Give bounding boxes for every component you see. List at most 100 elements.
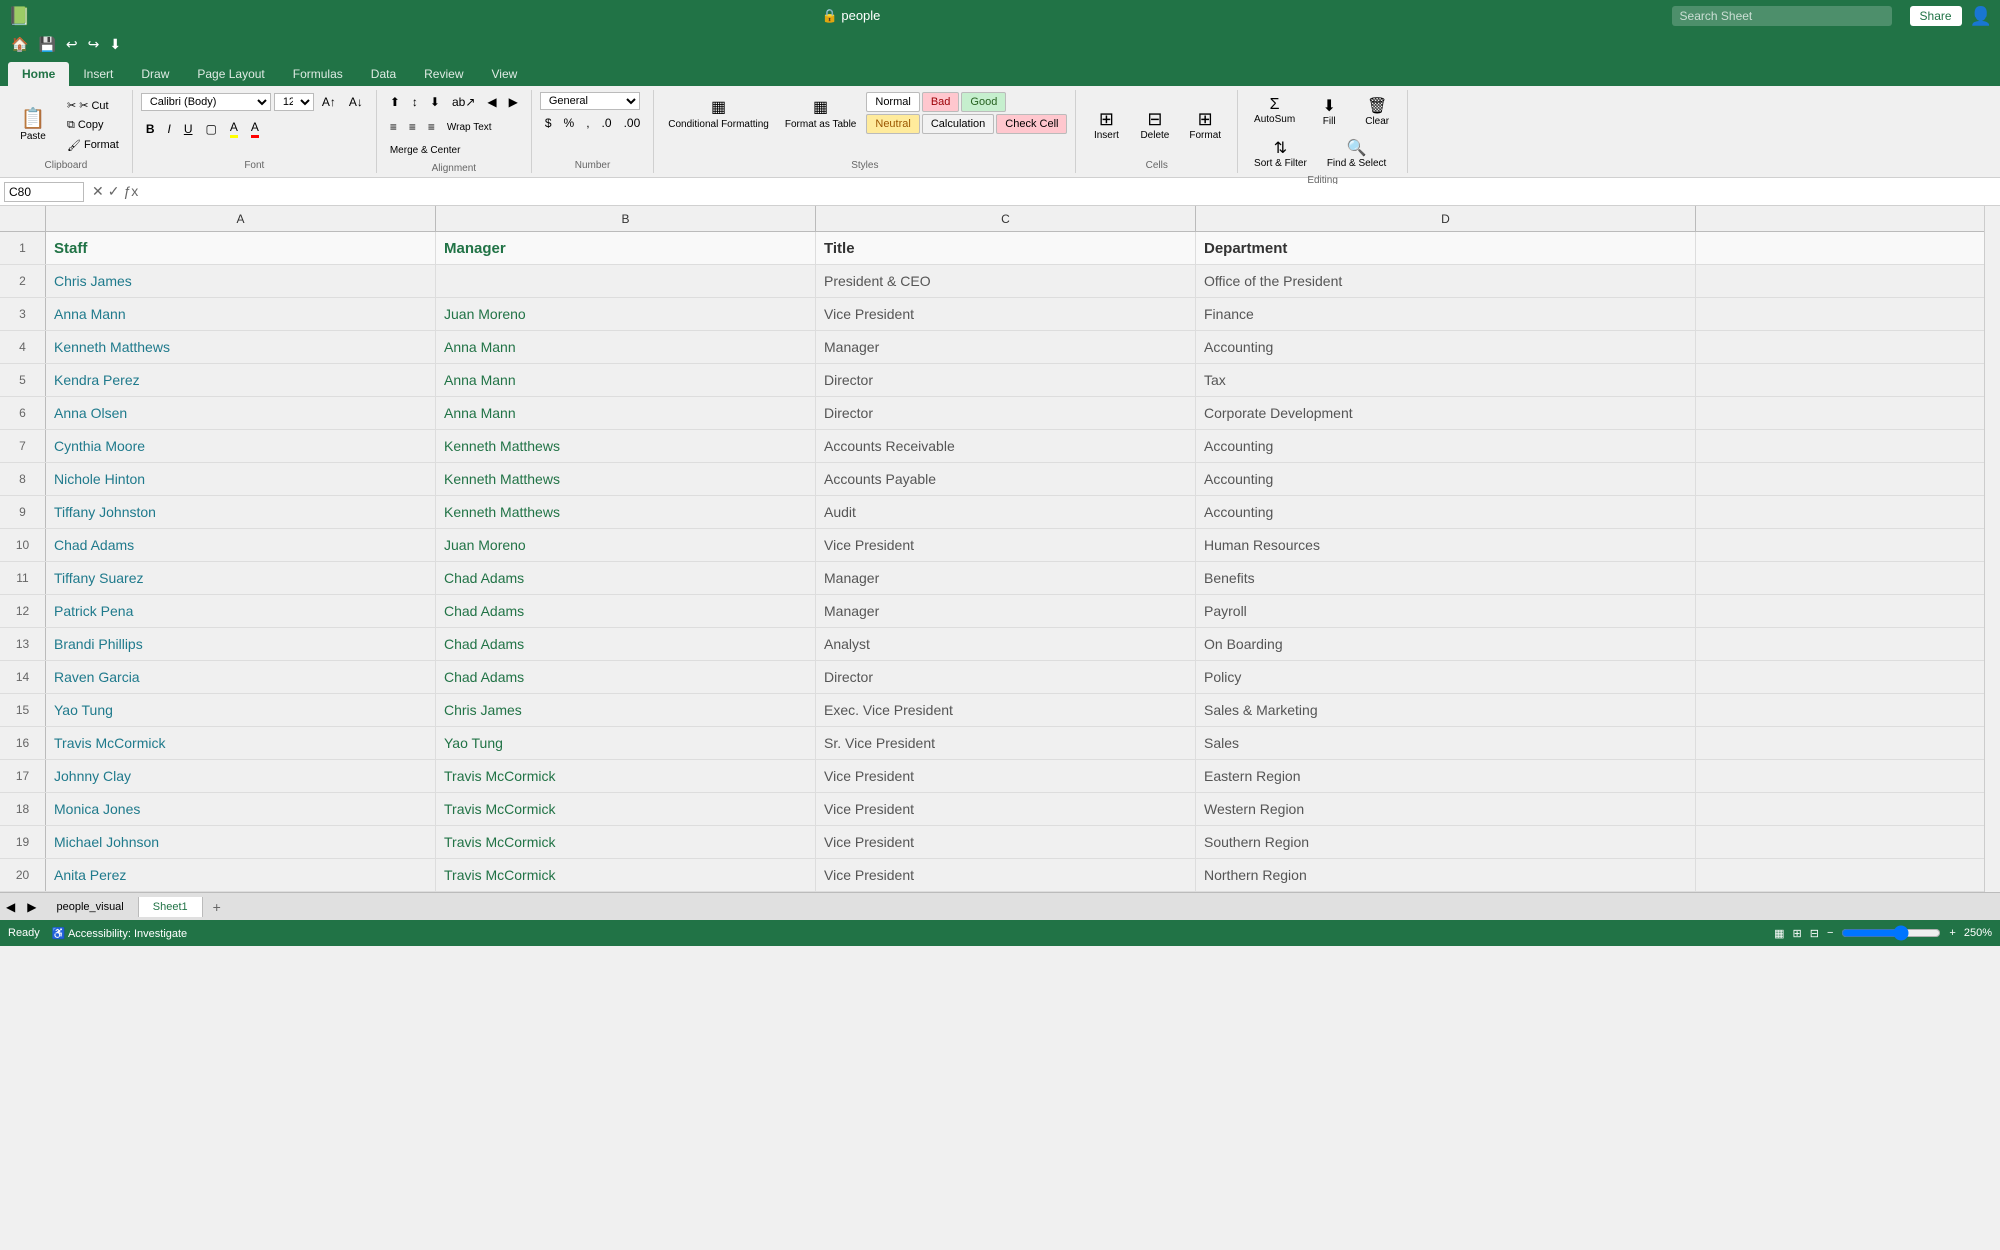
normal-view-icon[interactable]: ▦	[1774, 927, 1784, 940]
cell-c11[interactable]: Manager	[816, 562, 1196, 594]
tab-insert[interactable]: Insert	[69, 62, 127, 86]
format-as-table-button[interactable]: ▦ Format as Table	[779, 93, 863, 134]
fill-button[interactable]: ⬇ Fill	[1307, 92, 1351, 131]
redo-icon[interactable]: ↪	[85, 34, 103, 55]
cell-b11[interactable]: Chad Adams	[436, 562, 816, 594]
font-size-select[interactable]: 12	[274, 93, 314, 111]
cell-c17[interactable]: Vice President	[816, 760, 1196, 792]
col-header-a[interactable]: A	[46, 206, 436, 231]
cell-d2[interactable]: Office of the President	[1196, 265, 1696, 297]
cell-a3[interactable]: Anna Mann	[46, 298, 436, 330]
autosum-button[interactable]: Σ AutoSum	[1246, 92, 1303, 131]
cell-a6[interactable]: Anna Olsen	[46, 397, 436, 429]
sort-filter-button[interactable]: ⇅ Sort & Filter	[1246, 134, 1315, 173]
conditional-formatting-button[interactable]: ▦ Conditional Formatting	[662, 93, 775, 134]
save-icon[interactable]: 💾	[35, 34, 58, 55]
insert-cells-button[interactable]: ⊞ Insert	[1084, 105, 1128, 145]
cell-a5[interactable]: Kendra Perez	[46, 364, 436, 396]
zoom-in-button[interactable]: +	[1949, 927, 1955, 939]
cell-d4[interactable]: Accounting	[1196, 331, 1696, 363]
cell-b16[interactable]: Yao Tung	[436, 727, 816, 759]
cell-a15[interactable]: Yao Tung	[46, 694, 436, 726]
page-break-icon[interactable]: ⊞	[1793, 927, 1802, 940]
cell-a11[interactable]: Tiffany Suarez	[46, 562, 436, 594]
cell-b8[interactable]: Kenneth Matthews	[436, 463, 816, 495]
cell-c16[interactable]: Sr. Vice President	[816, 727, 1196, 759]
cell-b20[interactable]: Travis McCormick	[436, 859, 816, 891]
cell-c6[interactable]: Director	[816, 397, 1196, 429]
cell-d15[interactable]: Sales & Marketing	[1196, 694, 1696, 726]
cell-a10[interactable]: Chad Adams	[46, 529, 436, 561]
insert-function-icon[interactable]: ƒx	[123, 183, 138, 200]
cell-b14[interactable]: Chad Adams	[436, 661, 816, 693]
italic-button[interactable]: I	[162, 119, 175, 139]
sheet-tab-sheet1[interactable]: Sheet1	[139, 897, 203, 917]
cell-d16[interactable]: Sales	[1196, 727, 1696, 759]
tab-data[interactable]: Data	[357, 62, 410, 86]
cell-d17[interactable]: Eastern Region	[1196, 760, 1696, 792]
cell-a17[interactable]: Johnny Clay	[46, 760, 436, 792]
cell-a7[interactable]: Cynthia Moore	[46, 430, 436, 462]
align-center-button[interactable]: ≡	[404, 117, 421, 137]
search-input[interactable]	[1672, 6, 1892, 26]
cell-d11[interactable]: Benefits	[1196, 562, 1696, 594]
cell-d18[interactable]: Western Region	[1196, 793, 1696, 825]
name-box[interactable]	[4, 182, 84, 202]
vertical-scrollbar[interactable]	[1984, 206, 2000, 892]
confirm-formula-icon[interactable]: ✓	[108, 183, 120, 200]
style-normal[interactable]: Normal	[866, 92, 919, 112]
underline-button[interactable]: U	[179, 119, 198, 139]
cell-c19[interactable]: Vice President	[816, 826, 1196, 858]
tab-draw[interactable]: Draw	[127, 62, 183, 86]
tab-page-layout[interactable]: Page Layout	[183, 62, 278, 86]
cell-a1[interactable]: Staff	[46, 232, 436, 264]
cell-b10[interactable]: Juan Moreno	[436, 529, 816, 561]
scroll-right-icon[interactable]: ▶	[21, 896, 42, 918]
cell-b1[interactable]: Manager	[436, 232, 816, 264]
comma-button[interactable]: ,	[581, 113, 594, 133]
cell-b17[interactable]: Travis McCormick	[436, 760, 816, 792]
cell-d1[interactable]: Department	[1196, 232, 1696, 264]
cell-d8[interactable]: Accounting	[1196, 463, 1696, 495]
style-neutral[interactable]: Neutral	[866, 114, 919, 134]
cell-b9[interactable]: Kenneth Matthews	[436, 496, 816, 528]
cell-d9[interactable]: Accounting	[1196, 496, 1696, 528]
font-name-select[interactable]: Calibri (Body)	[141, 93, 271, 111]
font-color-button[interactable]: A	[246, 117, 264, 141]
home-icon[interactable]: 🏠	[8, 34, 31, 55]
indent-increase-button[interactable]: ▶	[504, 92, 523, 112]
align-top-button[interactable]: ⬆	[385, 92, 405, 112]
format-cells-button[interactable]: ⊞ Format	[1181, 105, 1229, 145]
style-calculation[interactable]: Calculation	[922, 114, 994, 134]
paste-button[interactable]: 📋 Paste	[8, 105, 58, 146]
fill-color-button[interactable]: A	[225, 117, 243, 141]
decrease-font-button[interactable]: A↓	[344, 92, 368, 112]
cell-c20[interactable]: Vice President	[816, 859, 1196, 891]
tab-review[interactable]: Review	[410, 62, 477, 86]
formula-input[interactable]	[146, 184, 1996, 199]
cell-d7[interactable]: Accounting	[1196, 430, 1696, 462]
cell-c10[interactable]: Vice President	[816, 529, 1196, 561]
cell-a9[interactable]: Tiffany Johnston	[46, 496, 436, 528]
cell-a18[interactable]: Monica Jones	[46, 793, 436, 825]
cell-c5[interactable]: Director	[816, 364, 1196, 396]
cell-c7[interactable]: Accounts Receivable	[816, 430, 1196, 462]
orientation-button[interactable]: ab↗	[447, 92, 480, 112]
cell-a20[interactable]: Anita Perez	[46, 859, 436, 891]
align-right-button[interactable]: ≡	[423, 117, 440, 137]
cell-b2[interactable]	[436, 265, 816, 297]
align-bottom-button[interactable]: ⬇	[425, 92, 445, 112]
indent-decrease-button[interactable]: ◀	[482, 92, 501, 112]
sheet-tab-people-visual[interactable]: people_visual	[42, 897, 138, 917]
cell-a4[interactable]: Kenneth Matthews	[46, 331, 436, 363]
cell-d12[interactable]: Payroll	[1196, 595, 1696, 627]
cell-c4[interactable]: Manager	[816, 331, 1196, 363]
number-format-select[interactable]: General	[540, 92, 640, 110]
align-middle-button[interactable]: ↕	[407, 92, 423, 112]
copy-button[interactable]: ⧉ Copy	[62, 117, 124, 134]
wrap-text-button[interactable]: Wrap Text	[442, 117, 497, 137]
cancel-formula-icon[interactable]: ✕	[92, 183, 104, 200]
share-button[interactable]: Share	[1910, 6, 1962, 26]
cell-a13[interactable]: Brandi Phillips	[46, 628, 436, 660]
cell-c2[interactable]: President & CEO	[816, 265, 1196, 297]
